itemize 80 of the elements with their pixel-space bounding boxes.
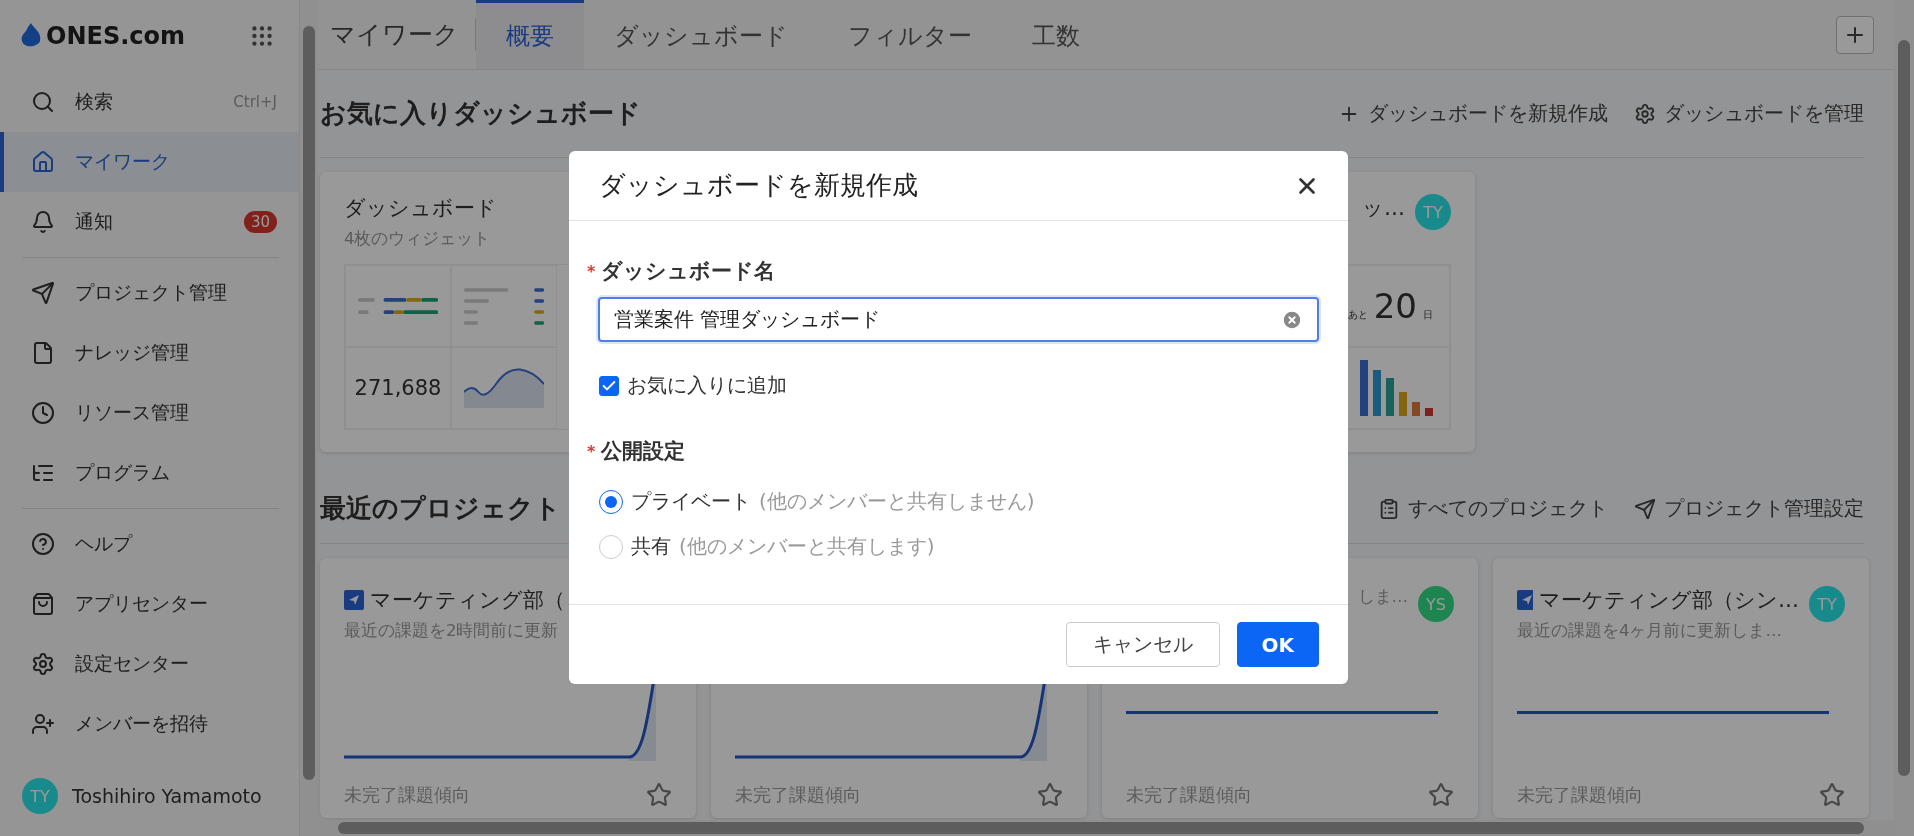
countdown-prefix: あと	[1347, 308, 1368, 322]
radio-label: 共有	[631, 533, 671, 560]
project-subtitle: 最近の課題を2時間前に更新	[344, 620, 560, 642]
name-input-field[interactable]: 営業案件 管理ダッシュボード	[598, 297, 1319, 342]
star-icon[interactable]	[1819, 782, 1845, 808]
home-icon	[31, 150, 55, 174]
nav-item[interactable]: マイワーク	[0, 132, 299, 192]
cancel-button[interactable]: キャンセル	[1065, 622, 1220, 667]
settings-icon	[31, 652, 55, 676]
avatar: TY	[22, 778, 58, 814]
section-title: お気に入りダッシュボード	[320, 97, 641, 130]
project-card[interactable]: マーケティング部（シン… 最近の課題を4ヶ月前に更新しま… TY 未完了課題傾向	[1493, 558, 1869, 818]
user-name: Toshihiro Yamamoto	[72, 785, 262, 807]
action-link[interactable]: すべてのプロジェクト	[1378, 495, 1608, 522]
chart-caption: 未完了課題傾向	[1517, 783, 1643, 807]
search-icon	[31, 90, 55, 114]
flame-logo-icon	[20, 23, 42, 49]
required-mark: *	[587, 261, 596, 281]
metric-value: 271,688	[354, 376, 442, 400]
nav-item[interactable]: アプリセンター	[0, 574, 299, 634]
logo[interactable]: ONES.com	[20, 22, 185, 50]
tab[interactable]: ダッシュボード	[584, 0, 818, 69]
project-icon	[344, 590, 364, 610]
nav-item[interactable]: プロジェクト管理	[0, 263, 299, 323]
chart-caption: 未完了課題傾向	[344, 783, 470, 807]
avatar: YS	[1418, 586, 1454, 622]
radio-note: (他のメンバーと共有します)	[679, 533, 935, 560]
project-title: マーケティング部（シン…	[1517, 586, 1799, 614]
bag-icon	[31, 592, 55, 616]
scrollbar[interactable]	[1894, 0, 1914, 836]
help-icon	[31, 532, 55, 556]
user-profile[interactable]: TY Toshihiro Yamamoto	[0, 766, 299, 826]
nav-item[interactable]: 設定センター	[0, 634, 299, 694]
card-subtitle: 4枚のウィジェット	[344, 228, 492, 250]
nav-item[interactable]: ナレッジ管理	[0, 323, 299, 383]
scrollbar[interactable]	[300, 0, 318, 836]
tab[interactable]: 概要	[476, 0, 584, 69]
app-grid-icon[interactable]	[249, 23, 275, 49]
action-link[interactable]: ダッシュボードを新規作成	[1338, 100, 1608, 127]
countdown-unit: 日	[1423, 308, 1433, 322]
star-icon[interactable]	[646, 782, 672, 808]
nav-item[interactable]: 通知 30	[0, 192, 299, 252]
shortcut-hint: Ctrl+J	[233, 93, 277, 111]
send-icon	[1634, 497, 1656, 520]
nav-item[interactable]: リソース管理	[0, 383, 299, 443]
settings-icon	[1634, 102, 1656, 125]
count-badge: 30	[243, 211, 277, 233]
action-link[interactable]: ダッシュボードを管理	[1634, 100, 1864, 127]
nav-item[interactable]: 検索 Ctrl+J	[0, 72, 299, 132]
tab[interactable]: 工数	[1002, 0, 1110, 69]
file-icon	[31, 341, 55, 365]
avatar: TY	[1415, 194, 1451, 230]
clock-icon	[31, 401, 55, 425]
action-link[interactable]: プロジェクト管理設定	[1634, 495, 1864, 522]
tab[interactable]: フィルター	[818, 0, 1002, 69]
chart-caption: 未完了課題傾向	[1126, 783, 1252, 807]
project-icon	[1517, 590, 1533, 610]
ok-button[interactable]: OK	[1236, 622, 1319, 667]
user-plus-icon	[31, 712, 55, 736]
clipboard-icon	[1378, 497, 1400, 520]
card-title: ッ…	[1361, 195, 1405, 222]
star-icon[interactable]	[1037, 782, 1063, 808]
section-title: 最近のプロジェクト	[320, 492, 561, 525]
radio-label: プライベート	[631, 488, 751, 515]
send-icon	[31, 281, 55, 305]
card-title: ダッシュボード	[344, 195, 498, 222]
nav-item[interactable]: ヘルプ	[0, 514, 299, 574]
star-icon[interactable]	[1428, 782, 1454, 808]
avatar: TY	[1809, 586, 1845, 622]
nav-item[interactable]: プログラム	[0, 443, 299, 503]
chart-caption: 未完了課題傾向	[735, 783, 861, 807]
project-subtitle: しま…	[1356, 586, 1408, 608]
bell-icon	[31, 210, 55, 234]
project-subtitle: 最近の課題を4ヶ月前に更新しま…	[1517, 620, 1783, 642]
nav-item[interactable]: メンバーを招待	[0, 694, 299, 754]
clear-icon[interactable]	[1281, 308, 1303, 331]
checkbox[interactable]	[599, 375, 619, 396]
countdown-value: 20	[1373, 286, 1417, 326]
add-button[interactable]	[1836, 15, 1874, 54]
radio-note: (他のメンバーと共有しません)	[759, 488, 1035, 515]
